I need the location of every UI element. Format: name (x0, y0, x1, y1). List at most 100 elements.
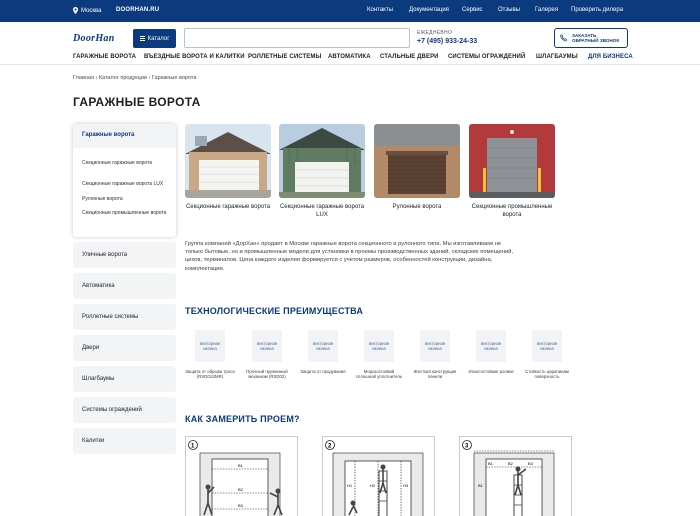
sidebar-item-label: Автоматика (82, 283, 115, 289)
nav-steel-doors[interactable]: СТАЛЬНЫЕ ДВЕРИ (380, 54, 439, 60)
city-selector[interactable]: Москва (73, 7, 101, 14)
measure-diagram-3: 3 B1 B2 B3 B1 (462, 440, 555, 516)
svg-text:B1: B1 (238, 463, 244, 468)
site-link[interactable]: DOORHAN.RU (116, 7, 159, 13)
nav-for-business[interactable]: ДЛЯ БИЗНЕСА (588, 54, 633, 60)
sidebar-item-barriers[interactable]: Шлагбаумы (73, 366, 176, 392)
product-caption[interactable]: Секционные промышленные ворота (469, 204, 555, 219)
catalog-label: Каталог (147, 35, 170, 42)
sidebar-subitem-industrial[interactable]: Секционные промышленные ворота (82, 210, 170, 217)
sidebar-subitem-roller[interactable]: Рулонные ворота (82, 196, 170, 203)
svg-text:B3: B3 (238, 503, 244, 508)
measure-step-1: 1 B1 B2 B3 (185, 436, 298, 516)
svg-text:B2: B2 (238, 487, 244, 492)
product-card-sectional-lux[interactable]: Секционные гаражные ворота LUX (279, 124, 365, 219)
phone-icon (560, 34, 568, 42)
feature-caption: Прочный пружинный механизм (RSD02) (246, 369, 288, 380)
sidebar-subitem-sectional[interactable]: Секционные гаражные ворота (82, 160, 170, 167)
search-input[interactable] (184, 28, 410, 48)
feature-caption: Износостойкие ролики (468, 369, 514, 374)
sidebar-item-label: Калитки (82, 438, 105, 444)
measure-diagram-2: 2 H1 H2 H3 (325, 440, 424, 516)
product-image (185, 124, 271, 198)
nav-automation[interactable]: АВТОМАТИКА (328, 54, 371, 60)
feature-caption: Стойкость царапинам поверхность (525, 369, 569, 380)
measure-step-2: 2 H1 H2 H3 (322, 436, 435, 516)
page-title: ГАРАЖНЫЕ ВОРОТА (73, 95, 201, 109)
features-title: ТЕХНОЛОГИЧЕСКИЕ ПРЕИМУЩЕСТВА (185, 306, 364, 316)
sidebar-item-label: Двери (82, 345, 100, 351)
callback-line2: ОБРАТНЫЙ ЗВОНОК (572, 38, 620, 43)
callback-button[interactable]: ЗАКАЗАТЬ ОБРАТНЫЙ ЗВОНОК (554, 28, 628, 48)
sidebar-item-label: Роллетные системы (82, 314, 139, 320)
nav-barriers[interactable]: ШЛАГБАУМЫ (536, 54, 578, 60)
toplink-service[interactable]: Сервис (462, 7, 483, 13)
toplink-docs[interactable]: Документация (409, 7, 449, 13)
sidebar-item-label: Уличные ворота (82, 252, 128, 258)
sidebar-item-wickets[interactable]: Калитки (73, 428, 176, 454)
sidebar-group-garage-gates: Гаражные ворота Секционные гаражные воро… (73, 124, 176, 237)
toplink-contacts[interactable]: Контакты (367, 7, 393, 13)
nav-entry-gates[interactable]: ВЪЕЗДНЫЕ ВОРОТА И КАЛИТКИ (144, 54, 245, 60)
toplink-reviews[interactable]: Отзывы (498, 7, 520, 13)
sidebar-item-garage-gates[interactable]: Гаражные ворота (73, 124, 176, 148)
product-caption[interactable]: Секционные гаражные ворота LUX (279, 204, 365, 219)
product-card-sectional[interactable]: Секционные гаражные ворота (185, 124, 271, 212)
feature-caption: Защита от продувания (300, 369, 346, 374)
phone-number[interactable]: +7 (495) 933-24-33 (417, 38, 477, 45)
menu-icon (139, 36, 145, 41)
doorhan-logo[interactable]: DoorHan (73, 33, 115, 44)
step-number: 2 (328, 444, 332, 450)
product-caption[interactable]: Рулонные ворота (374, 204, 460, 212)
toplink-gallery[interactable]: Галерея (535, 7, 558, 13)
vector-placeholder-icon: векторная иконка (195, 330, 225, 362)
city-label: Москва (81, 7, 102, 14)
measure-diagram-1: 1 B1 B2 B3 (188, 440, 283, 516)
vector-placeholder-icon: векторная иконка (532, 330, 562, 362)
catalog-button[interactable]: Каталог (133, 29, 176, 48)
svg-text:H2: H2 (370, 483, 376, 488)
vector-placeholder-icon: векторная иконка (364, 330, 394, 362)
feature-item: векторная иконка Жесткая конструкция пане… (410, 330, 460, 379)
product-caption[interactable]: Секционные гаражные ворота (185, 204, 271, 212)
product-card-industrial[interactable]: Секционные промышленные ворота (469, 124, 555, 219)
feature-caption: Защита от обрыва троса (RSD01SMR) (185, 369, 235, 380)
svg-text:H1: H1 (347, 483, 353, 488)
top-bar: Москва DOORHAN.RU Контакты Документация … (0, 0, 700, 22)
toplink-check-dealer[interactable]: Проверить дилера (571, 7, 623, 13)
sidebar-item-street-gates[interactable]: Уличные ворота (73, 242, 176, 268)
feature-item: векторная иконка Прочный пружинный механи… (242, 330, 292, 379)
nav-fence-systems[interactable]: СИСТЕМЫ ОГРАЖДЕНИЙ (448, 54, 525, 60)
product-image (469, 124, 555, 198)
sidebar-item-fence-systems[interactable]: Системы ограждений (73, 397, 176, 423)
breadcrumb[interactable]: Главная › Каталог продукции › Гаражные в… (73, 75, 196, 81)
feature-item: векторная иконка Защита от продувания (298, 330, 348, 374)
feature-item: векторная иконка Морозостойкий сплошной у… (354, 330, 404, 379)
feature-caption: Морозостойкий сплошной уплотнитель (355, 369, 403, 380)
svg-text:B3: B3 (528, 461, 534, 466)
nav-roller-systems[interactable]: РОЛЛЕТНЫЕ СИСТЕМЫ (248, 54, 321, 60)
feature-item: векторная иконка Износостойкие ролики (466, 330, 516, 374)
intro-text: Группа компаний «ДорХан» продает в Москв… (185, 241, 514, 272)
sidebar-subitem-sectional-lux[interactable]: Секционные гаражные ворота LUX (82, 181, 170, 188)
svg-text:B2: B2 (508, 461, 514, 466)
svg-text:B1: B1 (478, 483, 484, 488)
step-number: 3 (465, 444, 469, 450)
sidebar-item-label: Шлагбаумы (82, 376, 115, 382)
product-card-roller[interactable]: Рулонные ворота (374, 124, 460, 212)
product-image (279, 124, 365, 198)
vector-placeholder-icon: векторная иконка (308, 330, 338, 362)
sidebar-item-doors[interactable]: Двери (73, 335, 176, 361)
vector-placeholder-icon: векторная иконка (252, 330, 282, 362)
sidebar-item-automation[interactable]: Автоматика (73, 273, 176, 299)
vector-placeholder-icon: векторная иконка (420, 330, 450, 362)
sidebar-item-roller-systems[interactable]: Роллетные системы (73, 304, 176, 330)
nav-garage-gates[interactable]: ГАРАЖНЫЕ ВОРОТА (73, 54, 136, 60)
product-image (374, 124, 460, 198)
svg-text:B1: B1 (488, 461, 494, 466)
feature-item: векторная иконка Стойкость царапинам пове… (522, 330, 572, 379)
nav-divider (0, 64, 700, 65)
svg-text:H3: H3 (403, 483, 409, 488)
measure-step-3: 3 B1 B2 B3 B1 (459, 436, 572, 516)
sidebar-item-label: Системы ограждений (82, 407, 142, 413)
